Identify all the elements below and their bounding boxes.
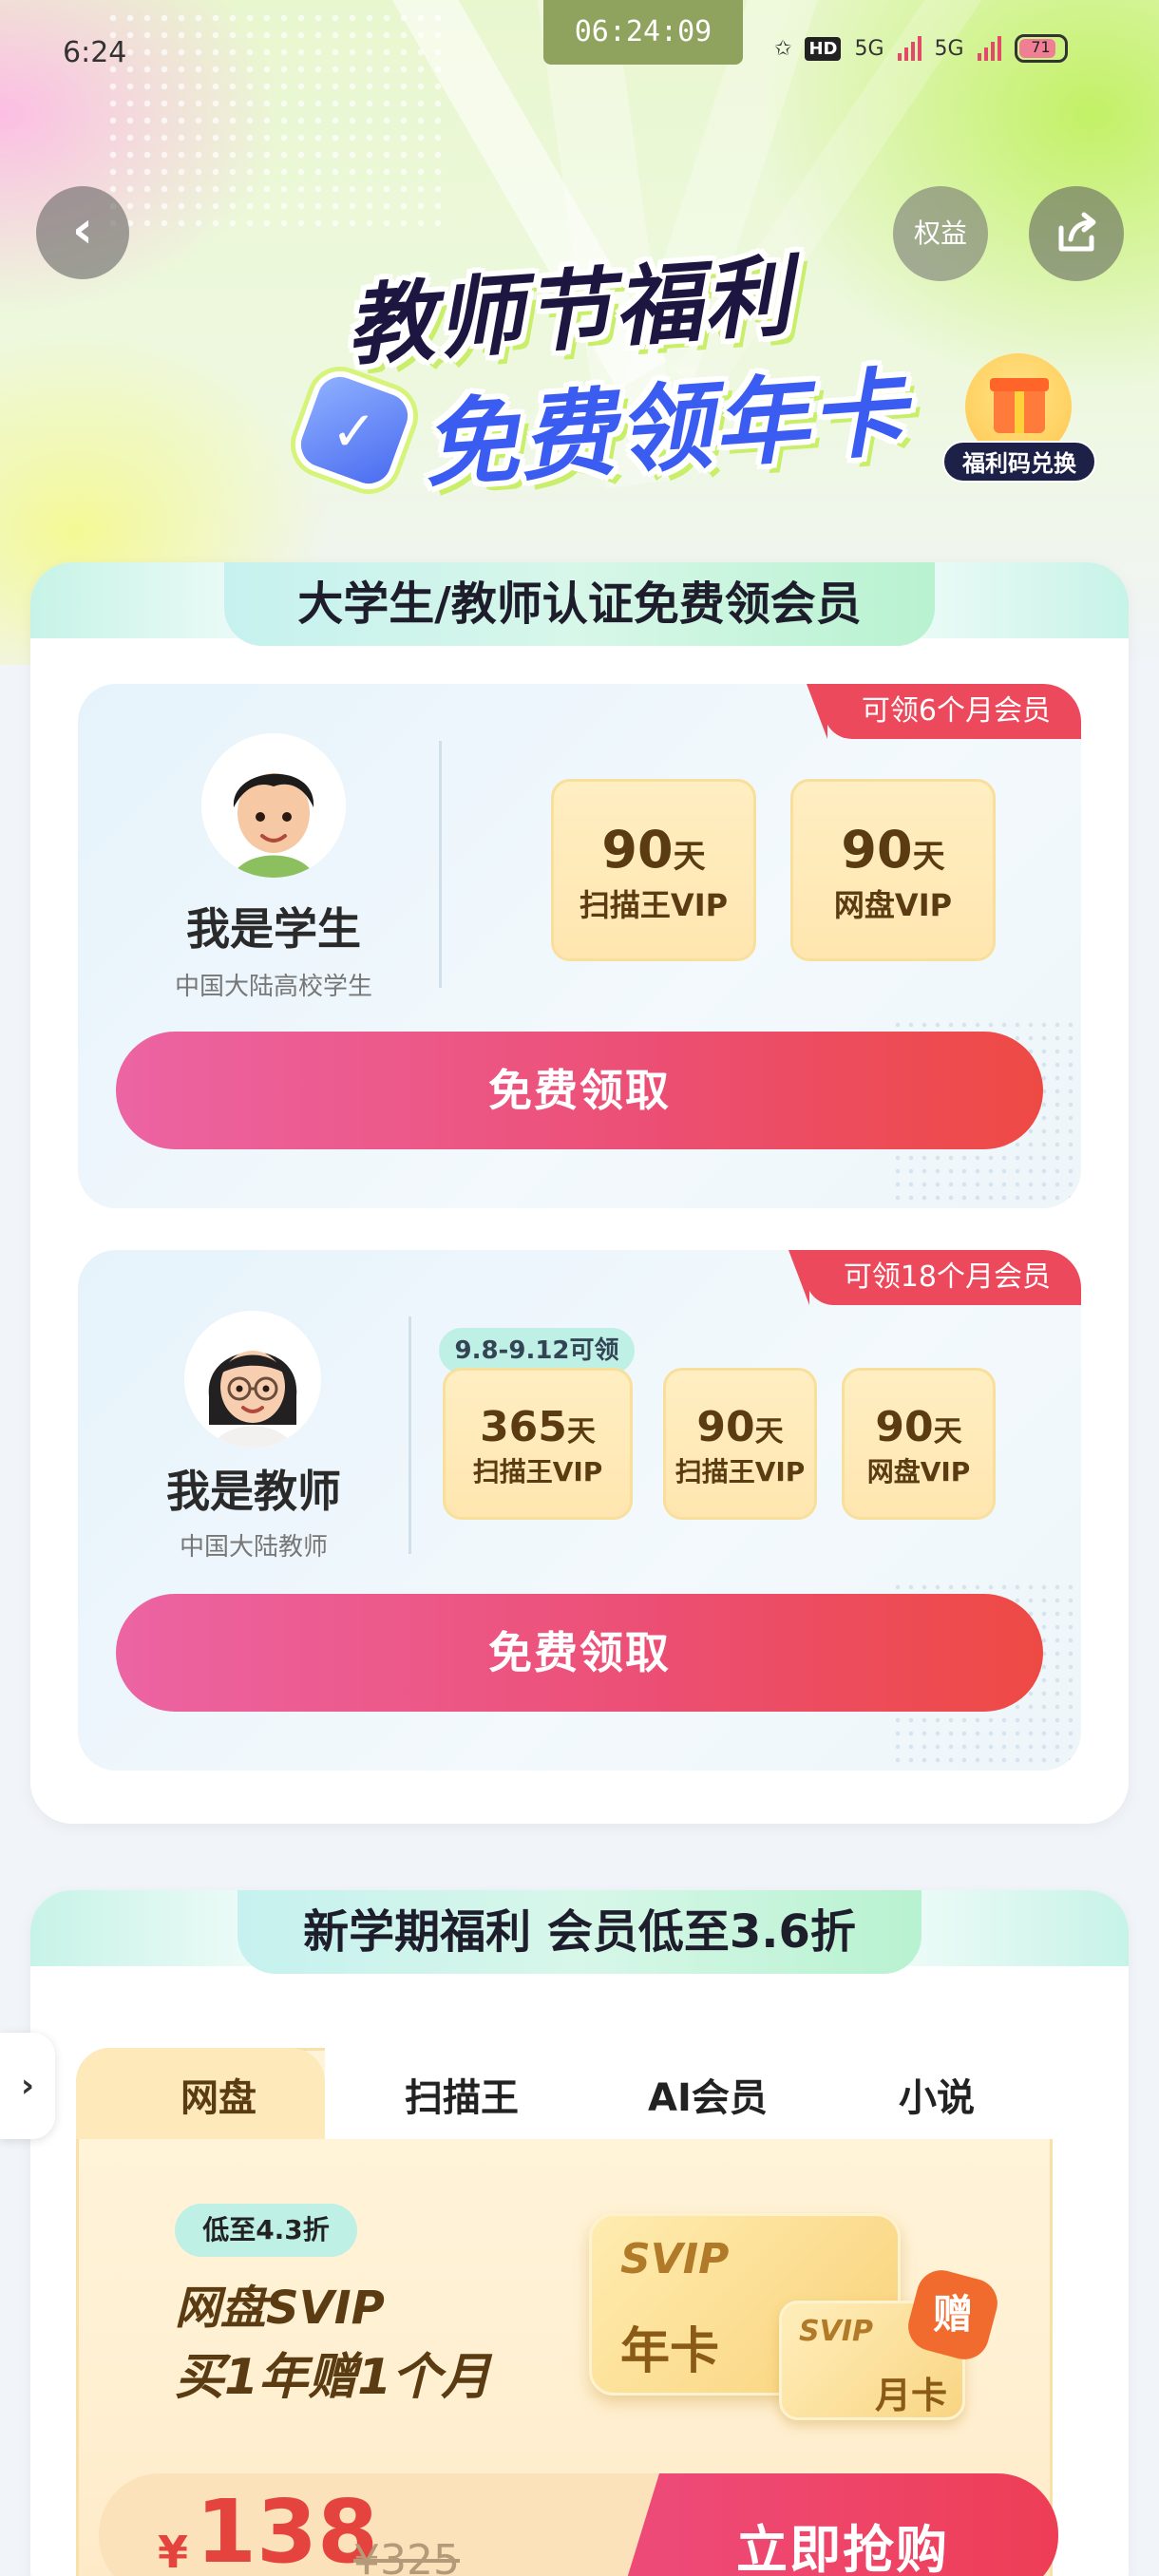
share-icon	[1058, 212, 1096, 252]
chevron-left-icon: ‹	[71, 199, 94, 259]
svip-label: SVIP	[799, 2315, 873, 2348]
battery-level: 71	[1031, 38, 1051, 56]
coupon-label: 扫描王VIP	[674, 1456, 806, 1487]
coupon-unit: 天	[673, 838, 706, 876]
coupon-card: 90天 扫描王VIP	[663, 1368, 817, 1520]
teacher-panel: 可领18个月会员 我是教师 中国大陆教师 9.8-9.12可领 365天 扫描王…	[78, 1250, 1081, 1771]
coupon-card: 90天 网盘VIP	[842, 1368, 996, 1520]
signal-icon-2	[977, 36, 1001, 61]
coupon-label: 扫描王VIP	[472, 1456, 603, 1487]
coupon-unit: 天	[754, 1415, 784, 1449]
signal-icon	[897, 36, 922, 61]
promo-subtitle: 买1年赠1个月	[175, 2349, 491, 2406]
app-notification-icon: ✩	[774, 36, 792, 61]
currency-symbol: ¥	[158, 2527, 189, 2576]
coupon-days: 90	[696, 1403, 755, 1451]
price: 138	[196, 2481, 379, 2576]
coupon-unit: 天	[933, 1415, 962, 1449]
student-avatar	[201, 733, 346, 878]
certification-card: 大学生/教师认证免费领会员 可领6个月会员 我是学生 中国大陆高校学生 90天 …	[30, 562, 1129, 1824]
date-pill: 9.8-9.12可领	[439, 1328, 635, 1373]
teacher-ribbon: 可领18个月会员	[788, 1250, 1081, 1305]
coupon-days: 90	[601, 820, 674, 880]
coupon-unit: 天	[912, 838, 945, 876]
divider	[439, 741, 442, 988]
student-label: 我是学生	[186, 903, 361, 955]
coupon-days: 365	[480, 1403, 567, 1451]
coupon-days: 90	[875, 1403, 934, 1451]
coupon-card: 90天 网盘VIP	[790, 779, 996, 961]
divider	[408, 1316, 411, 1554]
side-drawer-tab[interactable]: ›	[0, 2033, 55, 2139]
promo-title: 网盘SVIP	[175, 2282, 385, 2335]
network-5g-label-2: 5G	[934, 36, 964, 61]
year-card-label: 年卡	[620, 2323, 720, 2380]
gift-code-redeem-button[interactable]: 福利码兑换	[942, 441, 1096, 483]
month-card-label: 月卡	[875, 2375, 948, 2416]
coupon-card: 90天 扫描王VIP	[551, 779, 756, 961]
hd-icon: HD	[805, 36, 842, 61]
student-panel: 可领6个月会员 我是学生 中国大陆高校学生 90天 扫描王VIP 90天 网盘V…	[78, 684, 1081, 1208]
coupon-card: 365天 扫描王VIP	[443, 1368, 633, 1520]
coupon-label: 网盘VIP	[866, 1456, 971, 1487]
coupon-unit: 天	[566, 1415, 596, 1449]
discount-badge: 低至4.3折	[175, 2204, 357, 2257]
teacher-claim-button[interactable]: 免费领取	[116, 1594, 1043, 1712]
tab-netdisk[interactable]: 网盘	[180, 2067, 256, 2122]
tab-scanner[interactable]: 扫描王	[405, 2067, 519, 2122]
coupon-label: 网盘VIP	[833, 887, 953, 923]
teacher-label: 我是教师	[166, 1466, 341, 1517]
student-ribbon: 可领6个月会员	[806, 684, 1081, 739]
tab-novel[interactable]: 小说	[899, 2067, 975, 2122]
teacher-subtitle: 中国大陆教师	[179, 1533, 328, 1562]
tab-ai-member[interactable]: AI会员	[648, 2067, 768, 2122]
section1-title: 大学生/教师认证免费领会员	[224, 562, 935, 646]
student-claim-button[interactable]: 免费领取	[116, 1032, 1043, 1149]
benefits-button[interactable]: 权益	[893, 186, 988, 281]
coupon-label: 扫描王VIP	[579, 887, 729, 923]
screen-recording-timer[interactable]: 06:24:09	[543, 0, 743, 65]
section2-title: 新学期福利 会员低至3.6折	[238, 1890, 922, 1974]
status-time: 6:24	[63, 36, 127, 69]
teacher-avatar	[184, 1311, 321, 1448]
back-button[interactable]: ‹	[36, 186, 129, 279]
svip-label: SVIP	[620, 2235, 730, 2283]
student-subtitle: 中国大陆高校学生	[174, 973, 372, 1001]
original-price: ¥325	[353, 2536, 460, 2576]
chevron-right-icon: ›	[20, 2067, 34, 2105]
battery-icon: 71	[1014, 34, 1068, 63]
status-icons: ✩ HD 5G 5G 71	[774, 34, 1068, 63]
network-5g-label: 5G	[854, 36, 884, 61]
share-button[interactable]	[1029, 186, 1124, 281]
coupon-days: 90	[841, 820, 913, 880]
buy-now-button[interactable]: 立即抢购	[736, 2508, 949, 2576]
